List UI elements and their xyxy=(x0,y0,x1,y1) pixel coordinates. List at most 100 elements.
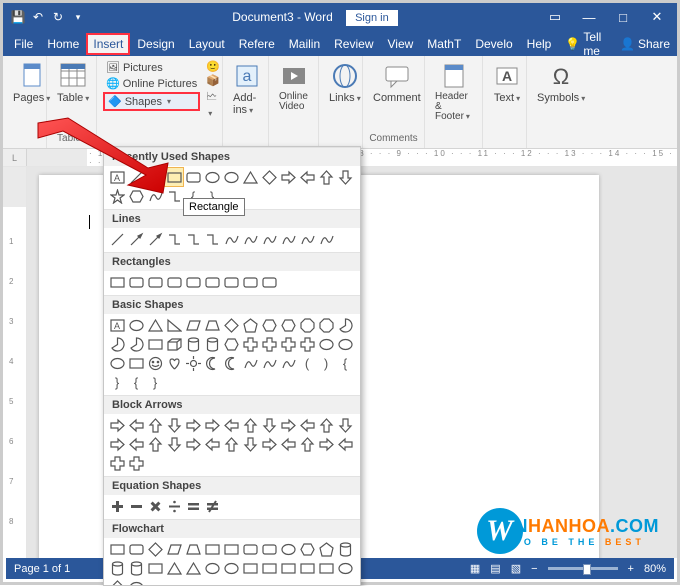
tab-mailings[interactable]: Mailin xyxy=(282,33,327,55)
shape-option[interactable] xyxy=(146,497,164,515)
shape-option[interactable] xyxy=(203,416,221,434)
shape-option[interactable] xyxy=(298,435,316,453)
shape-option[interactable] xyxy=(127,273,145,291)
shape-option[interactable] xyxy=(260,559,278,577)
shape-option[interactable] xyxy=(279,168,297,186)
shape-option[interactable] xyxy=(260,540,278,558)
shape-option[interactable] xyxy=(203,230,221,248)
shape-option[interactable] xyxy=(165,273,183,291)
shape-option[interactable] xyxy=(146,540,164,558)
tab-review[interactable]: Review xyxy=(327,33,380,55)
shape-option[interactable] xyxy=(184,168,202,186)
shape-option[interactable] xyxy=(146,416,164,434)
close-button[interactable]: ✕ xyxy=(647,9,667,25)
shape-option[interactable] xyxy=(241,273,259,291)
qat-dropdown-icon[interactable]: ▾ xyxy=(71,10,85,24)
tab-file[interactable]: File xyxy=(7,33,40,55)
shape-option[interactable] xyxy=(260,354,278,372)
shape-option[interactable] xyxy=(203,559,221,577)
tab-view[interactable]: View xyxy=(381,33,421,55)
shape-option[interactable] xyxy=(165,354,183,372)
shape-option[interactable] xyxy=(203,168,221,186)
shape-option[interactable] xyxy=(336,559,354,577)
header-footer-button[interactable]: Header & Footer xyxy=(431,60,476,124)
table-button[interactable]: Table xyxy=(53,60,93,106)
shape-option[interactable] xyxy=(336,335,354,353)
tab-home[interactable]: Home xyxy=(40,33,86,55)
shape-option[interactable]: ) xyxy=(317,354,335,372)
shape-option[interactable] xyxy=(336,540,354,558)
shape-option[interactable] xyxy=(279,335,297,353)
zoom-slider[interactable] xyxy=(548,567,618,570)
shape-option[interactable] xyxy=(241,559,259,577)
shape-option[interactable] xyxy=(241,316,259,334)
shape-option[interactable] xyxy=(222,354,240,372)
zoom-level[interactable]: 80% xyxy=(644,563,666,575)
share-button[interactable]: 👤Share xyxy=(613,33,677,55)
online-video-button[interactable]: Online Video xyxy=(275,60,312,114)
shape-option[interactable] xyxy=(203,335,221,353)
shape-option[interactable] xyxy=(184,230,202,248)
shape-option[interactable]: A xyxy=(108,316,126,334)
text-button[interactable]: A Text xyxy=(489,60,525,106)
shape-option[interactable] xyxy=(184,316,202,334)
shape-option[interactable] xyxy=(336,435,354,453)
sign-in-button[interactable]: Sign in xyxy=(346,10,398,26)
shape-option[interactable] xyxy=(108,354,126,372)
shape-option[interactable] xyxy=(222,435,240,453)
shape-option[interactable]: { xyxy=(336,354,354,372)
shape-option[interactable] xyxy=(317,559,335,577)
shape-option[interactable] xyxy=(165,540,183,558)
shape-option[interactable] xyxy=(222,335,240,353)
shape-option[interactable] xyxy=(279,416,297,434)
shape-option[interactable] xyxy=(279,435,297,453)
shape-option[interactable] xyxy=(127,230,145,248)
shape-option[interactable] xyxy=(222,230,240,248)
shape-option[interactable] xyxy=(222,273,240,291)
shape-option[interactable] xyxy=(184,273,202,291)
web-layout-icon[interactable]: ▧ xyxy=(511,562,521,575)
shape-option[interactable] xyxy=(146,335,164,353)
shape-option[interactable] xyxy=(127,454,145,472)
tab-references[interactable]: Refere xyxy=(232,33,282,55)
smartart-button[interactable]: 🗠 xyxy=(206,88,220,119)
shape-option[interactable] xyxy=(108,435,126,453)
shape-option[interactable] xyxy=(241,416,259,434)
3d-models-button[interactable]: 📦 xyxy=(206,74,220,87)
tab-developer[interactable]: Develo xyxy=(468,33,519,55)
shape-option[interactable] xyxy=(317,435,335,453)
shape-option[interactable] xyxy=(203,497,221,515)
shape-option[interactable] xyxy=(165,335,183,353)
shape-option[interactable] xyxy=(146,230,164,248)
shape-option[interactable] xyxy=(184,354,202,372)
tab-insert[interactable]: Insert xyxy=(86,33,130,55)
shape-option[interactable] xyxy=(108,416,126,434)
shape-option[interactable] xyxy=(336,416,354,434)
shape-option[interactable] xyxy=(184,540,202,558)
comment-button[interactable]: Comment xyxy=(369,60,425,106)
shape-option[interactable] xyxy=(127,335,145,353)
shape-option[interactable] xyxy=(165,559,183,577)
shape-option[interactable] xyxy=(108,454,126,472)
shape-option[interactable] xyxy=(165,316,183,334)
shape-option[interactable] xyxy=(279,230,297,248)
shape-option[interactable] xyxy=(336,316,354,334)
pictures-button[interactable]: 🖼Pictures xyxy=(103,60,200,75)
shape-option[interactable] xyxy=(298,168,316,186)
shape-option[interactable] xyxy=(184,335,202,353)
shape-option[interactable] xyxy=(127,354,145,372)
shape-option[interactable] xyxy=(317,540,335,558)
shape-option[interactable] xyxy=(203,354,221,372)
shape-option[interactable] xyxy=(108,497,126,515)
zoom-out-button[interactable]: − xyxy=(531,563,537,575)
shape-option[interactable] xyxy=(146,559,164,577)
shape-option[interactable] xyxy=(108,273,126,291)
undo-icon[interactable]: ↶ xyxy=(31,10,45,24)
links-button[interactable]: Links xyxy=(325,60,365,106)
shape-option[interactable] xyxy=(146,316,164,334)
tab-mathtype[interactable]: MathT xyxy=(420,33,468,55)
redo-icon[interactable]: ↻ xyxy=(51,10,65,24)
shape-option[interactable] xyxy=(279,540,297,558)
shape-option[interactable] xyxy=(279,559,297,577)
shape-option[interactable]: } xyxy=(108,373,126,391)
